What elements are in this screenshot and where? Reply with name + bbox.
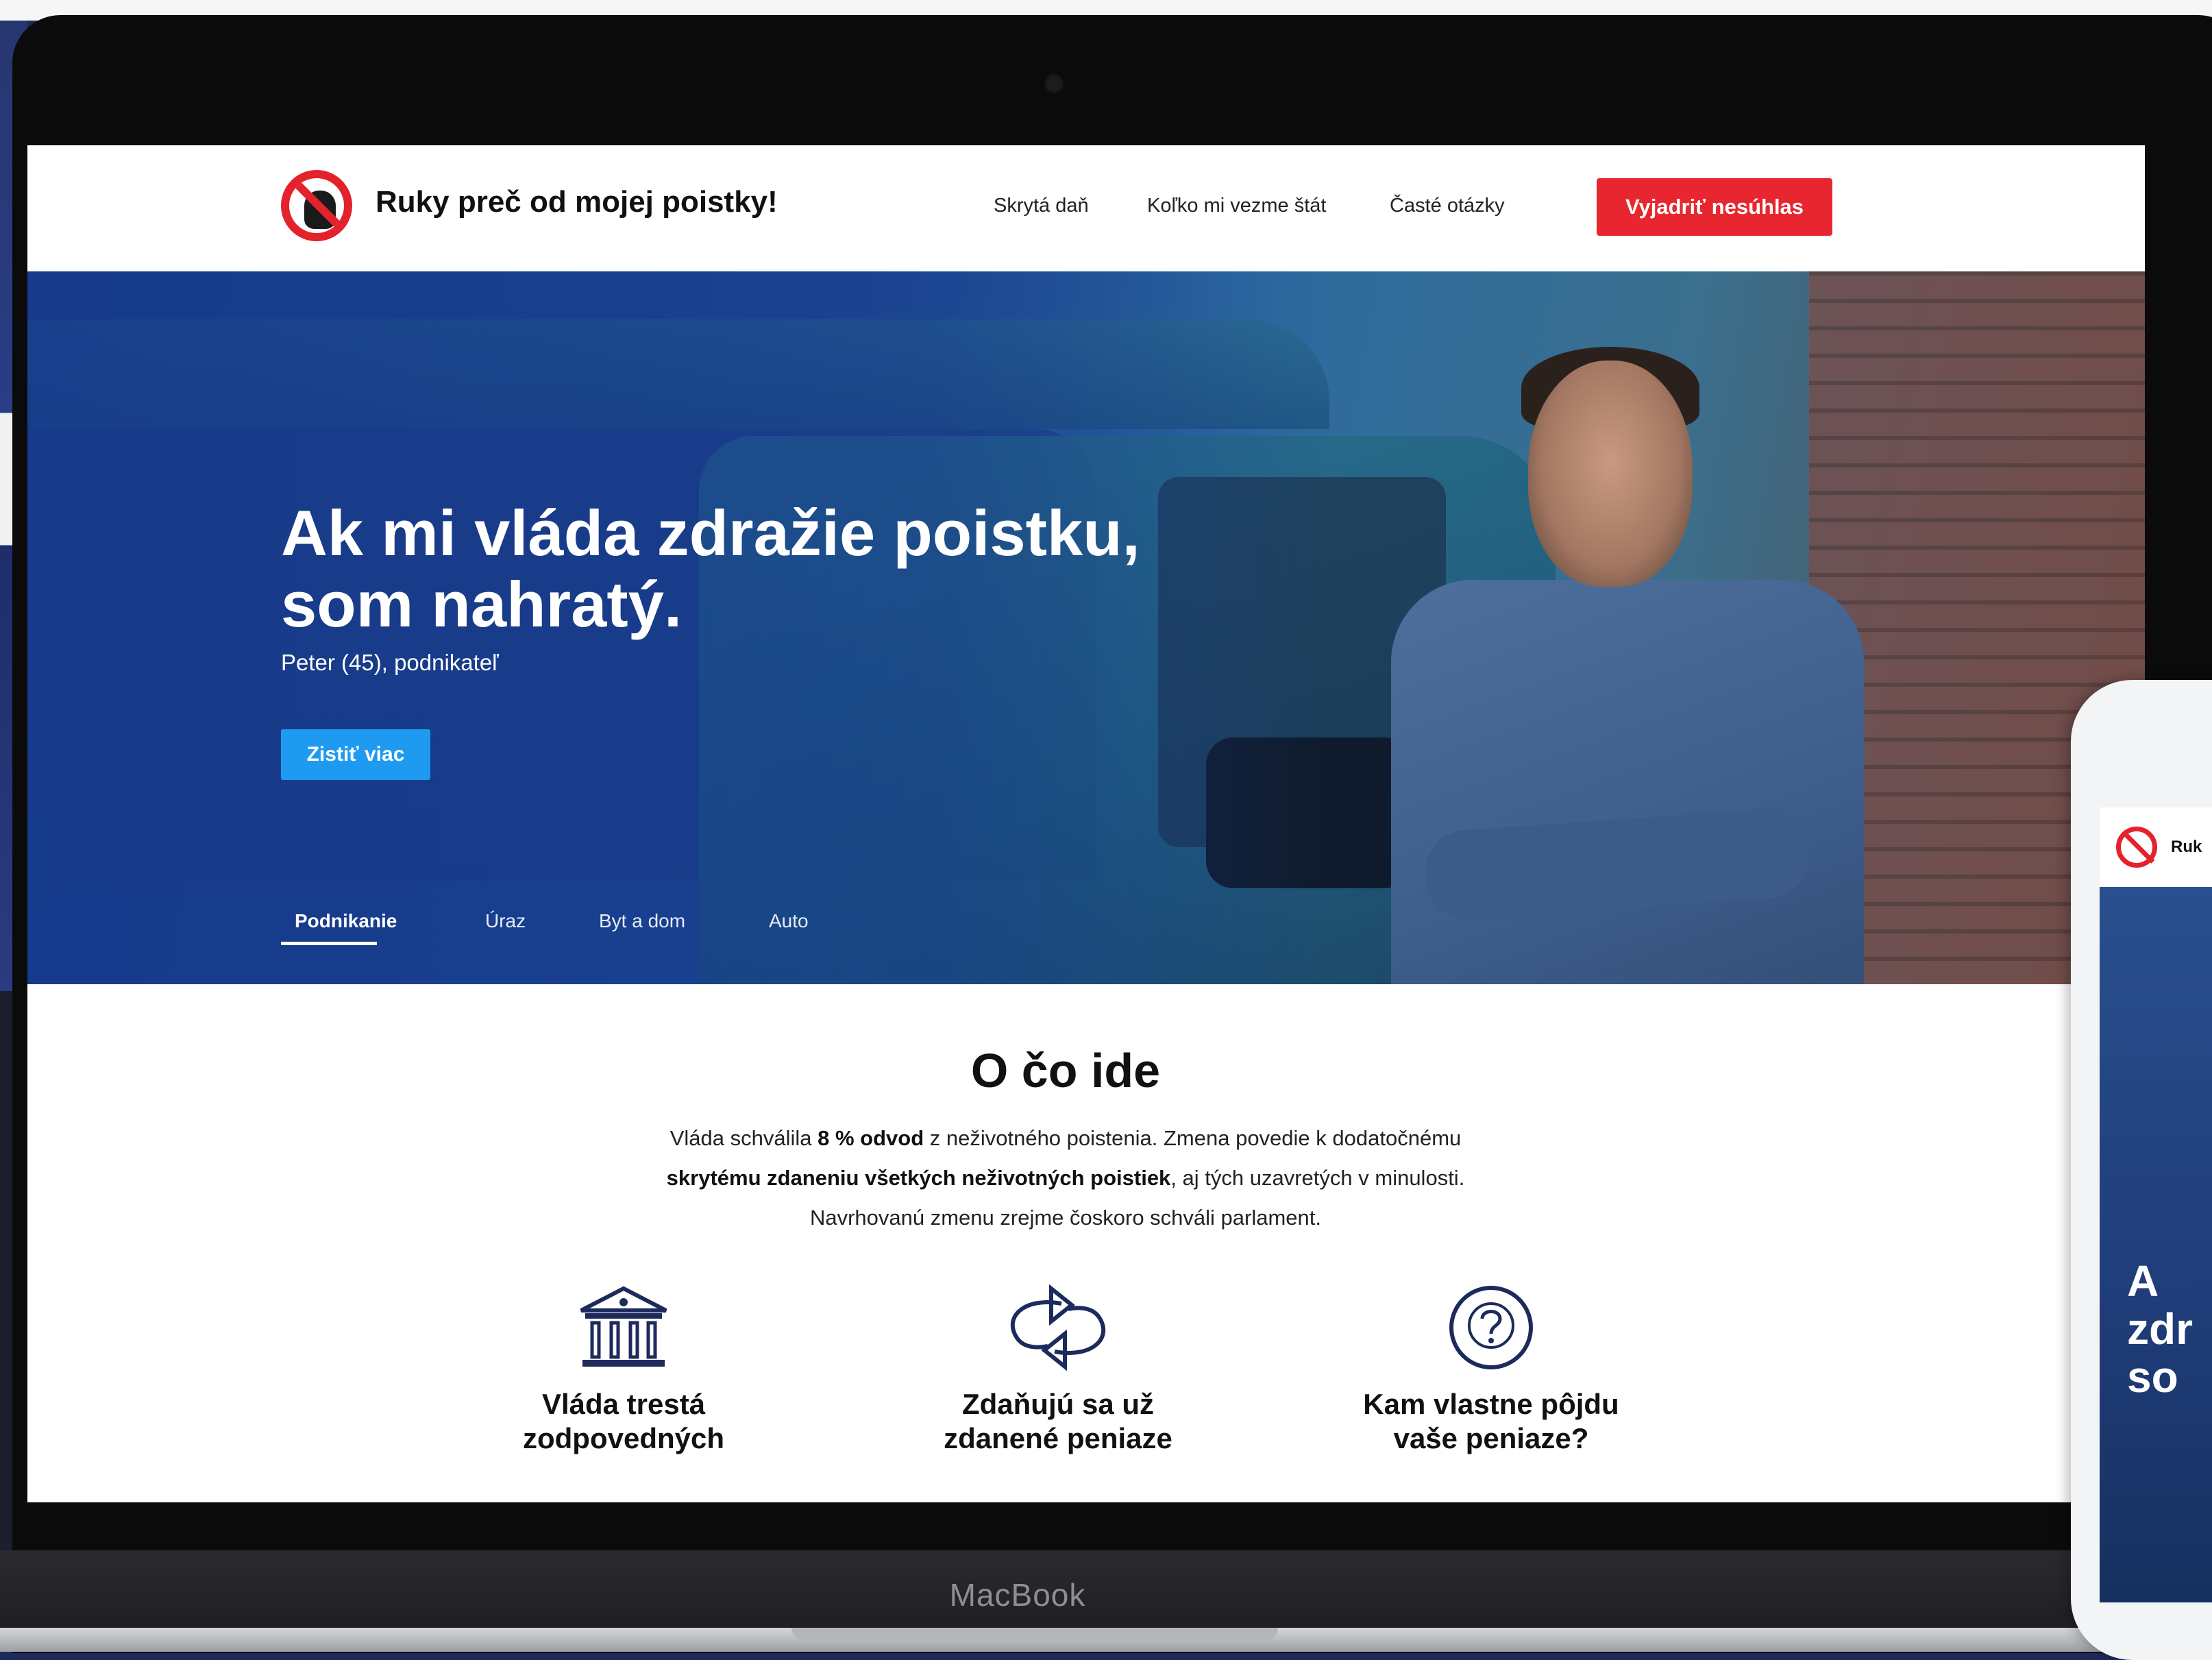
about-line-2-post: , aj tých uzavretých v minulosti. [1170, 1166, 1465, 1190]
tab-uraz[interactable]: Úraz [485, 910, 526, 932]
nav-item-skryta-dan[interactable]: Skrytá daň [994, 195, 1089, 217]
macbook-label: MacBook [949, 1577, 1086, 1613]
hero-photo-person-body [1391, 580, 1864, 984]
phone-hero-title: A zdr so [2127, 1257, 2193, 1401]
about-line-1-bold: 8 % odvod [818, 1126, 924, 1150]
nav-item-caste-otazky[interactable]: Časté otázky [1390, 195, 1505, 217]
phone-hero-title-line-2: zdr [2127, 1304, 2193, 1354]
cta-button[interactable]: Vyjadriť nesúhlas [1597, 178, 1832, 236]
recycle-arrows-icon [1010, 1284, 1106, 1371]
macbook-frame: Ruky preč od mojej poistky! Skrytá daň K… [12, 15, 2212, 1653]
feature-government-label: Vláda trestá zodpovedných [432, 1387, 815, 1456]
nav-item-kolko-mi-vezme-stat[interactable]: Koľko mi vezme štát [1147, 195, 1326, 217]
feature-double-tax-line-2: zdanené peniaze [944, 1422, 1172, 1454]
about-line-3: Navrhovanú zmenu zrejme čoskoro schváli … [809, 1206, 1322, 1230]
browser-viewport: Ruky preč od mojej poistky! Skrytá daň K… [27, 145, 2145, 1502]
feature-double-tax-line-1: Zdaňujú sa už [961, 1388, 1154, 1420]
feature-where-money-label: Kam vlastne pôjdu vaše peniaze? [1299, 1387, 1683, 1456]
feature-double-tax: Zdaňujú sa už zdanené peniaze [866, 1283, 1250, 1456]
phone-brand: Ruk [2171, 838, 2202, 856]
about-title: O čo ide [970, 1044, 1161, 1097]
about-text: Vláda schválila 8 % odvod z neživotného … [27, 1119, 2104, 1238]
feature-where-money-line-2: vaše peniaze? [1393, 1422, 1589, 1454]
phone-header: Ruk [2100, 807, 2212, 887]
hero-title: Ak mi vláda zdražie poistku, som nahratý… [281, 498, 1309, 640]
logo-icon[interactable] [281, 170, 352, 241]
phone-hero-title-line-1: A [2127, 1256, 2159, 1306]
learn-more-button[interactable]: Zistiť viac [281, 729, 430, 780]
feature-where-money: Kam vlastne pôjdu vaše peniaze? [1299, 1283, 1683, 1456]
phone-mockup: Ruk A zdr so [2071, 680, 2212, 1660]
hero-title-line-2: som nahratý. [281, 568, 683, 640]
brand-title[interactable]: Ruky preč od mojej poistky! [376, 185, 778, 219]
phone-hero-title-line-3: so [2127, 1352, 2178, 1402]
tab-byt-a-dom[interactable]: Byt a dom [599, 910, 685, 932]
camera-icon [1044, 73, 1064, 94]
hero-section: Ak mi vláda zdražie poistku, som nahratý… [27, 271, 2145, 984]
feature-where-money-line-1: Kam vlastne pôjdu [1363, 1388, 1619, 1420]
feature-government-line-2: zodpovedných [522, 1422, 725, 1454]
about-line-2-bold: skrytému zdaneniu všetkých neživotných p… [666, 1166, 1171, 1190]
active-tab-indicator [281, 942, 377, 945]
site-header: Ruky preč od mojej poistky! Skrytá daň K… [27, 145, 2145, 271]
hero-title-line-1: Ak mi vláda zdražie poistku, [281, 497, 1140, 569]
about-line-1-post: z neživotného poistenia. Zmena povedie k… [924, 1126, 1462, 1150]
about-line-1: Vláda schválila 8 % odvod z neživotného … [27, 1119, 2104, 1158]
feature-government: Vláda trestá zodpovedných [432, 1283, 815, 1456]
question-circle-icon [1449, 1286, 1533, 1369]
feature-government-line-1: Vláda trestá [541, 1388, 706, 1420]
phone-hero: A zdr so [2100, 887, 2212, 1602]
hero-subtitle: Peter (45), podnikateľ [281, 650, 499, 675]
about-line-2: skrytému zdaneniu všetkých neživotných p… [27, 1158, 2104, 1198]
macbook-base-notch [791, 1628, 1278, 1640]
hero-photo-person-head [1528, 361, 1693, 587]
tab-podnikanie[interactable]: Podnikanie [295, 910, 397, 932]
feature-double-tax-label: Zdaňujú sa už zdanené peniaze [866, 1387, 1250, 1456]
about-line-1-pre: Vláda schválila [669, 1126, 818, 1150]
government-building-icon [580, 1286, 667, 1367]
phone-screen: Ruk A zdr so [2100, 807, 2212, 1602]
tab-auto[interactable]: Auto [769, 910, 809, 932]
phone-logo-icon[interactable] [2116, 827, 2157, 868]
